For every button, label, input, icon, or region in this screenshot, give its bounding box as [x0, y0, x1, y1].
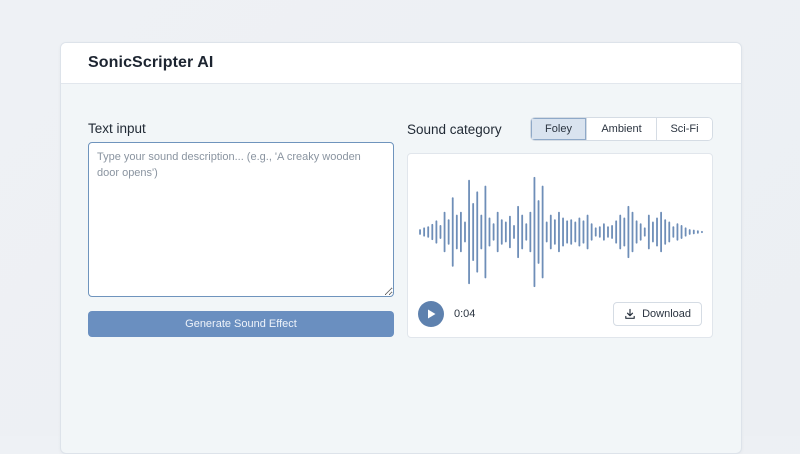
play-icon: [428, 309, 436, 319]
audio-waveform[interactable]: [418, 172, 704, 292]
waveform-bar: [460, 211, 462, 253]
waveform-bar: [451, 197, 454, 267]
waveform-bar: [701, 230, 703, 234]
waveform-bar: [643, 227, 646, 237]
waveform-bar: [676, 223, 679, 241]
waveform-bar: [447, 219, 450, 245]
waveform-bar: [537, 200, 540, 264]
category-foley-button[interactable]: Foley: [531, 118, 586, 140]
waveform-bar: [464, 221, 466, 243]
waveform-bar: [455, 214, 458, 250]
waveform-bar: [419, 229, 421, 235]
text-input-label: Text input: [88, 121, 146, 136]
waveform-bar: [533, 176, 536, 288]
waveform-bar: [435, 220, 438, 244]
waveform-bar: [423, 227, 426, 237]
app-title: SonicScripter AI: [88, 54, 214, 71]
waveform-bar: [574, 221, 577, 243]
waveform-bar: [656, 217, 658, 247]
waveform-bar: [594, 227, 597, 237]
waveform-bar: [578, 217, 581, 247]
waveform-bar: [680, 225, 683, 239]
waveform-bar: [468, 179, 470, 285]
download-icon: [625, 308, 635, 319]
playback-time: 0:04: [454, 308, 476, 320]
waveform-bar: [500, 219, 503, 245]
waveform-bar: [484, 185, 487, 279]
waveform-bar: [696, 230, 699, 234]
waveform-bar: [439, 225, 442, 239]
waveform-bar: [607, 226, 609, 238]
download-button[interactable]: Download: [613, 302, 702, 326]
waveform-bar: [504, 221, 507, 243]
waveform-bar: [635, 220, 638, 244]
download-label: Download: [642, 308, 691, 320]
category-scifi-button[interactable]: Sci-Fi: [656, 118, 712, 140]
app-header: SonicScripter AI: [61, 43, 741, 84]
waveform-bar: [603, 223, 605, 241]
waveform-bar: [480, 214, 483, 250]
waveform-bar: [545, 221, 548, 243]
waveform-bar: [611, 225, 613, 239]
category-ambient-button[interactable]: Ambient: [586, 118, 656, 140]
waveform-bar: [660, 211, 662, 253]
audio-player: 0:04 Download: [407, 153, 713, 338]
play-button[interactable]: [418, 301, 444, 327]
category-selector: Foley Ambient Sci-Fi: [530, 117, 713, 141]
waveform-bar: [652, 221, 654, 243]
player-controls: 0:04 Download: [418, 301, 702, 327]
waveform-bar: [562, 217, 564, 247]
waveform-bar: [513, 225, 515, 239]
waveform-bar: [509, 215, 511, 249]
waveform-bar: [525, 223, 528, 241]
waveform-bar: [476, 191, 479, 273]
generate-sound-effect-button[interactable]: Generate Sound Effect: [88, 311, 394, 337]
waveform-bar: [615, 220, 618, 244]
waveform-bar: [623, 217, 626, 247]
waveform-bar: [688, 229, 691, 235]
waveform-bar: [639, 223, 642, 241]
waveform-bar: [496, 211, 499, 253]
waveform-bar: [558, 211, 560, 253]
waveform-bar: [553, 219, 556, 245]
sound-category-label: Sound category: [407, 121, 502, 137]
waveform-bar: [549, 214, 552, 250]
waveform-bar: [692, 229, 695, 235]
waveform-bar: [492, 223, 495, 241]
waveform-bar: [586, 214, 589, 250]
app-card: SonicScripter AI Text input Generate Sou…: [60, 42, 742, 454]
waveform-bar: [566, 220, 569, 244]
waveform-bar: [529, 211, 532, 253]
waveform-bar: [627, 205, 630, 259]
waveform-bar: [431, 223, 434, 241]
waveform-bar: [443, 211, 446, 253]
text-input-panel: Text input Generate Sound Effect: [88, 121, 394, 337]
waveform-bar: [684, 227, 687, 237]
category-row: Sound category Foley Ambient Sci-Fi: [407, 117, 713, 141]
waveform-bar: [664, 219, 667, 245]
waveform-bar: [570, 219, 573, 245]
waveform-bar: [541, 185, 544, 279]
waveform-bar: [598, 226, 601, 238]
waveform-bar: [631, 211, 634, 253]
waveform-bar: [582, 220, 585, 244]
waveform-bar: [521, 214, 524, 250]
sound-description-input[interactable]: [88, 142, 394, 297]
waveform-bar: [517, 205, 519, 259]
waveform-bar: [488, 217, 491, 247]
waveform-bar: [427, 226, 430, 238]
waveform-bar: [619, 214, 622, 250]
output-panel: Sound category Foley Ambient Sci-Fi 0:04: [407, 117, 713, 338]
waveform-bar: [647, 214, 650, 250]
waveform-bar: [672, 226, 675, 238]
waveform-bar: [668, 221, 671, 243]
waveform-bar: [590, 223, 593, 241]
waveform-bar: [472, 203, 475, 261]
